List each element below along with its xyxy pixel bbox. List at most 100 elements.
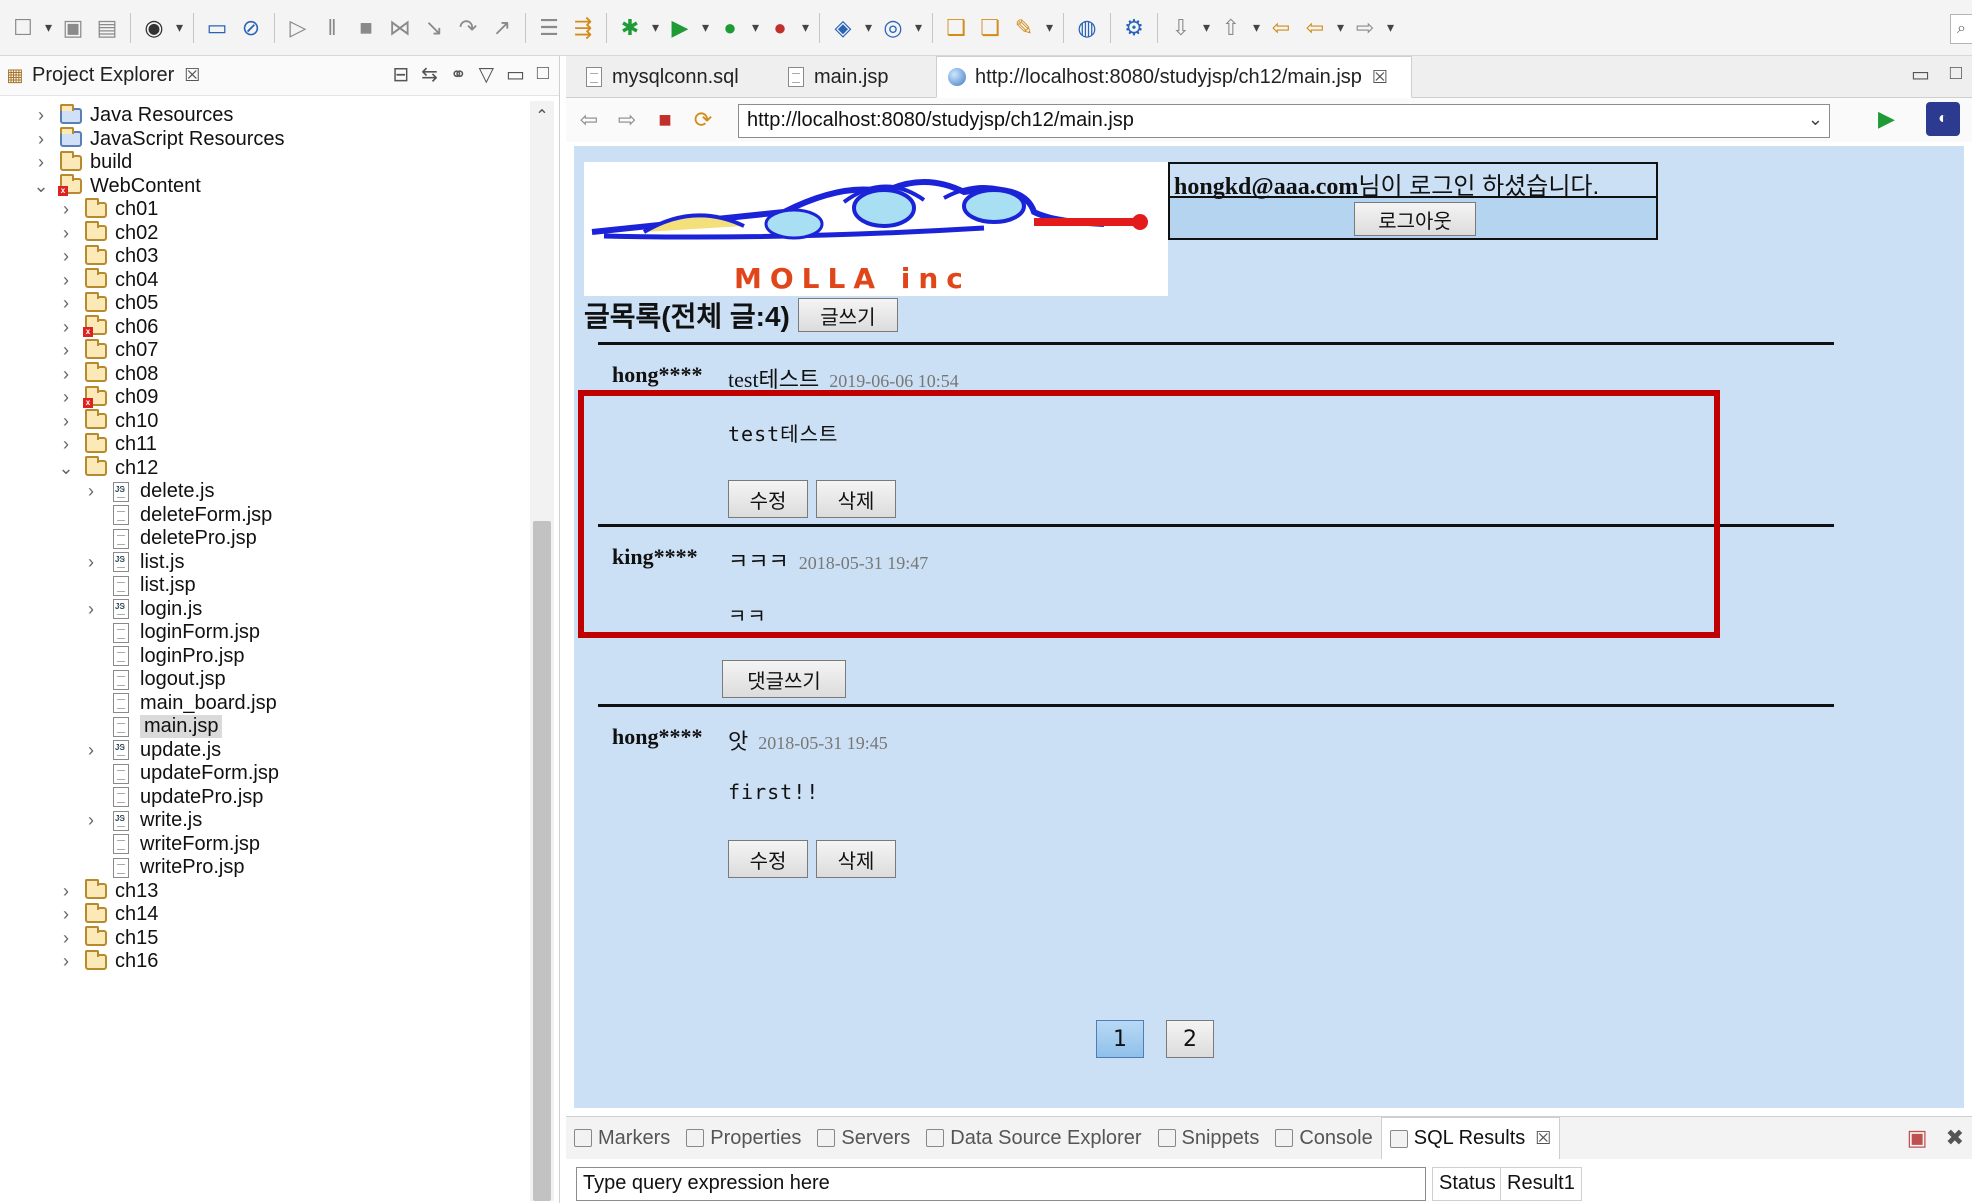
- web-browser-icon[interactable]: ⚙: [1119, 13, 1149, 43]
- search-icon[interactable]: ✎: [1009, 13, 1053, 43]
- chevron-right-icon[interactable]: ›: [55, 246, 77, 267]
- view-menu-icon[interactable]: ▽: [479, 62, 494, 87]
- debug-icon[interactable]: ✱: [615, 13, 659, 43]
- tree-item[interactable]: › ch16: [55, 947, 158, 976]
- step-return-icon[interactable]: ↗: [487, 13, 517, 43]
- go-icon[interactable]: ▶: [1878, 106, 1895, 132]
- explorer-tab[interactable]: ▦ Project Explorer ☒ ⊟ ⇆ ⚭ ▽ ▭ □: [0, 56, 559, 96]
- chevron-down-icon[interactable]: ⌄: [30, 176, 52, 197]
- suspend-icon[interactable]: ‖: [317, 13, 347, 43]
- use-step-filters-icon[interactable]: ⇶: [568, 13, 598, 43]
- minimize-icon[interactable]: ▭: [1911, 62, 1930, 87]
- tab-snippets[interactable]: Snippets: [1150, 1117, 1268, 1159]
- chevron-right-icon[interactable]: ›: [55, 270, 77, 291]
- chevron-right-icon[interactable]: ›: [55, 293, 77, 314]
- status-tab[interactable]: Status: [1432, 1167, 1503, 1201]
- logout-button[interactable]: 로그아웃: [1354, 202, 1476, 236]
- skip-breakpoints-icon[interactable]: ⊘: [236, 13, 266, 43]
- new-java-icon[interactable]: ◎: [878, 13, 922, 43]
- chevron-right-icon[interactable]: ›: [30, 152, 52, 173]
- close-icon[interactable]: ☒: [1535, 1128, 1551, 1149]
- refresh-icon[interactable]: ⟳: [688, 105, 718, 135]
- chevron-right-icon[interactable]: ›: [55, 928, 77, 949]
- eclipse-icon[interactable]: ◐: [1926, 102, 1960, 136]
- prev-annotation-icon[interactable]: ⇧: [1216, 13, 1260, 43]
- close-icon[interactable]: ☒: [184, 65, 200, 86]
- forward-icon[interactable]: ⇨: [1350, 13, 1394, 43]
- stop-icon[interactable]: ▣: [1907, 1125, 1928, 1151]
- chevron-right-icon[interactable]: ›: [55, 223, 77, 244]
- back-icon[interactable]: ⇦: [1300, 13, 1344, 43]
- new-icon[interactable]: ☐: [8, 13, 52, 43]
- collapse-all-icon[interactable]: ⊟: [392, 62, 409, 87]
- chevron-right-icon[interactable]: ›: [55, 904, 77, 925]
- url-input[interactable]: http://localhost:8080/studyjsp/ch12/main…: [738, 104, 1830, 138]
- query-expression-input[interactable]: Type query expression here: [576, 1167, 1426, 1201]
- close-icon[interactable]: ☒: [1372, 67, 1388, 88]
- scroll-up-icon[interactable]: ⌃: [530, 101, 554, 131]
- tab-properties[interactable]: Properties: [678, 1117, 809, 1159]
- chevron-right-icon[interactable]: ›: [80, 552, 102, 573]
- disconnect-icon[interactable]: ⋈: [385, 13, 415, 43]
- minimize-icon[interactable]: ▭: [506, 62, 525, 87]
- step-over-icon[interactable]: ↷: [453, 13, 483, 43]
- explorer-scrollbar[interactable]: ⌃: [530, 101, 554, 1201]
- last-edit-icon[interactable]: ⇦: [1266, 13, 1296, 43]
- chevron-right-icon[interactable]: ›: [55, 411, 77, 432]
- chevron-right-icon[interactable]: ›: [55, 881, 77, 902]
- chevron-right-icon[interactable]: ›: [55, 387, 77, 408]
- reply-button[interactable]: 댓글쓰기: [722, 660, 846, 698]
- edit-button[interactable]: 수정: [728, 840, 808, 878]
- run-icon[interactable]: ▶: [665, 13, 709, 43]
- tab-markers[interactable]: Markers: [566, 1117, 678, 1159]
- write-button[interactable]: 글쓰기: [797, 298, 898, 332]
- link-editor-icon[interactable]: ⇆: [421, 62, 438, 87]
- chevron-right-icon[interactable]: ›: [55, 434, 77, 455]
- open-type-icon[interactable]: ❑: [941, 13, 971, 43]
- chevron-right-icon[interactable]: ›: [80, 740, 102, 761]
- chevron-right-icon[interactable]: ›: [30, 129, 52, 150]
- resume-icon[interactable]: ▷: [283, 13, 313, 43]
- save-icon[interactable]: ▣: [58, 13, 88, 43]
- chevron-right-icon[interactable]: ›: [80, 481, 102, 502]
- save-all-icon[interactable]: ▤: [92, 13, 122, 43]
- terminate-icon[interactable]: ■: [351, 13, 381, 43]
- page-button-1[interactable]: 1: [1096, 1020, 1144, 1058]
- tab-console[interactable]: Console: [1267, 1117, 1380, 1159]
- chevron-down-icon[interactable]: ⌄: [1808, 109, 1823, 130]
- console-icon[interactable]: ▭: [202, 13, 232, 43]
- drop-frame-icon[interactable]: ☰: [534, 13, 564, 43]
- filter-icon[interactable]: ⚭: [450, 62, 467, 87]
- tab-data-source-explorer[interactable]: Data Source Explorer: [918, 1117, 1149, 1159]
- globe-icon[interactable]: ◍: [1072, 13, 1102, 43]
- quick-access-icon[interactable]: ⌕: [1950, 14, 1972, 44]
- remove-icon[interactable]: ✖: [1946, 1125, 1964, 1151]
- back-icon[interactable]: ⇦: [574, 105, 604, 135]
- tab-mysqlconn-sql[interactable]: mysqlconn.sql: [574, 56, 749, 98]
- forward-icon[interactable]: ⇨: [612, 105, 642, 135]
- stop-icon[interactable]: ■: [650, 105, 680, 135]
- chevron-down-icon[interactable]: ⌄: [55, 458, 77, 479]
- page-button-2[interactable]: 2: [1166, 1020, 1214, 1058]
- step-into-icon[interactable]: ↘: [419, 13, 449, 43]
- tab-sql-results[interactable]: SQL Results ☒: [1380, 1117, 1561, 1159]
- maximize-icon[interactable]: □: [1950, 62, 1962, 87]
- chevron-right-icon[interactable]: ›: [55, 951, 77, 972]
- chevron-right-icon[interactable]: ›: [80, 599, 102, 620]
- new-class-icon[interactable]: ◈: [828, 13, 872, 43]
- external-tools-icon[interactable]: ●: [765, 13, 809, 43]
- chevron-right-icon[interactable]: ›: [30, 105, 52, 126]
- chevron-right-icon[interactable]: ›: [55, 340, 77, 361]
- open-task-icon[interactable]: ❏: [975, 13, 1005, 43]
- tab-servers[interactable]: Servers: [809, 1117, 918, 1159]
- run-server-icon[interactable]: ●: [715, 13, 759, 43]
- tab-browser[interactable]: http://localhost:8080/studyjsp/ch12/main…: [936, 56, 1412, 98]
- delete-button[interactable]: 삭제: [816, 840, 896, 878]
- chevron-right-icon[interactable]: ›: [55, 199, 77, 220]
- next-annotation-icon[interactable]: ⇩: [1166, 13, 1210, 43]
- chevron-right-icon[interactable]: ›: [80, 810, 102, 831]
- chevron-right-icon[interactable]: ›: [55, 317, 77, 338]
- run-config-icon[interactable]: ◉: [139, 13, 183, 43]
- maximize-icon[interactable]: □: [537, 62, 549, 87]
- scroll-thumb[interactable]: [533, 521, 551, 1201]
